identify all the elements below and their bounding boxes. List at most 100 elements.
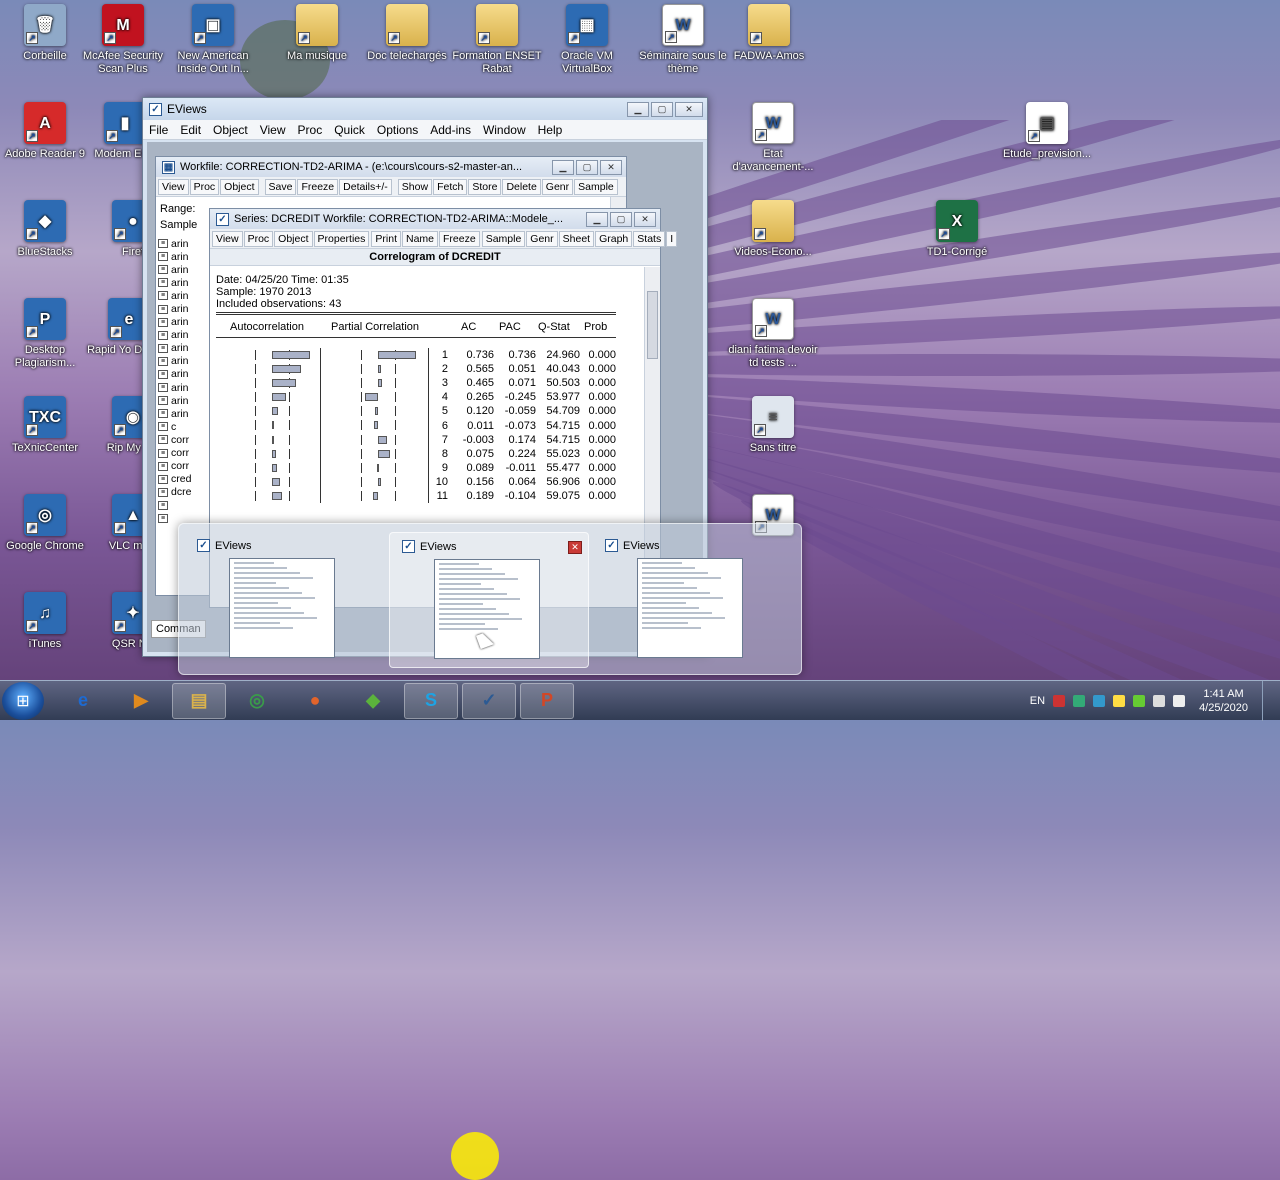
workfile-maximize-button[interactable]: ▢ [576,159,598,175]
workfile-object-item[interactable]: ≡ arin [158,407,202,420]
desktop-icon[interactable]: ↗ Formation ENSET Rabat [452,4,542,76]
desktop-icon[interactable]: 🗑 ↗ Corbeille [0,4,90,63]
series-btn-freeze[interactable]: Freeze [439,230,480,247]
show-desktop-button[interactable] [1262,680,1272,721]
menu-object[interactable]: Object [207,123,254,137]
workfile-btn-object[interactable]: Object [220,178,259,195]
desktop-icon[interactable]: TXC ↗ TeXnicCenter [0,396,90,455]
menu-options[interactable]: Options [371,123,424,137]
volume-icon[interactable] [1173,694,1186,707]
series-btn-properties[interactable]: Properties [313,230,370,247]
series-close-button[interactable]: ✕ [634,211,656,227]
taskbar-skype-icon[interactable]: S [404,682,458,719]
workfile-object-item[interactable]: ≡ arin [158,342,202,355]
desktop-icon[interactable]: ▦ ↗ Oracle VM VirtualBox [542,4,632,76]
maximize-button[interactable]: ▢ [651,101,673,117]
taskbar-ie-icon[interactable]: e [56,683,110,719]
desktop-icon[interactable]: ≡ ↗ Sans titre [728,396,818,455]
workfile-object-item[interactable]: ≡ arin [158,250,202,263]
series-btn-i[interactable]: I [666,230,678,247]
workfile-object-item[interactable]: ≡ dcre [158,486,202,499]
series-btn-stats[interactable]: Stats [633,230,666,247]
desktop-icon[interactable]: ▣ ↗ New American Inside Out In... [168,4,258,76]
desktop-icon[interactable]: A ↗ Adobe Reader 9 [0,102,90,161]
workfile-object-item[interactable]: ≡ cred [158,473,202,486]
desktop-icon[interactable]: ↗ FADWA-Amos [724,4,814,63]
workfile-object-item[interactable]: ≡ arin [158,368,202,381]
language-indicator[interactable]: EN [1030,695,1045,707]
workfile-object-item[interactable]: ≡ corr [158,447,202,460]
workfile-btn-view[interactable]: View [158,178,189,195]
menu-window[interactable]: Window [477,123,532,137]
taskbar-powerpoint-icon[interactable]: P [520,682,574,719]
workfile-btn-delete[interactable]: Delete [502,178,541,195]
taskbar-media-icon[interactable]: ▶ [114,683,168,719]
series-btn-graph[interactable]: Graph [595,230,633,247]
menu-quick[interactable]: Quick [328,123,371,137]
series-btn-print[interactable]: Print [371,230,401,247]
start-button[interactable]: ⊞ [2,681,44,720]
tray-icon-4[interactable] [1113,694,1126,707]
menu-help[interactable]: Help [532,123,569,137]
workfile-btn-sample[interactable]: Sample [574,178,618,195]
taskbar-thumbnail[interactable]: ✓ EViews [185,532,385,668]
desktop-icon[interactable]: M ↗ McAfee Security Scan Plus [78,4,168,76]
menu-proc[interactable]: Proc [292,123,329,137]
desktop-icon[interactable]: P ↗ Desktop Plagiarism... [0,298,90,370]
desktop-icon[interactable]: ↗ Videos-Econo... [728,200,818,259]
workfile-object-item[interactable]: ≡ arin [158,355,202,368]
workfile-object-item[interactable]: ≡ arin [158,263,202,276]
bluetooth-icon[interactable] [1093,694,1106,707]
workfile-titlebar[interactable]: ▦ Workfile: CORRECTION-TD2-ARIMA - (e:\c… [156,157,626,177]
workfile-object-item[interactable]: ≡ arin [158,302,202,315]
workfile-object-item[interactable]: ≡ arin [158,381,202,394]
desktop-icon[interactable]: ▤ ↗ Etude_prevision... [1002,102,1092,161]
taskbar-eviews-icon[interactable]: ✓ [462,682,516,719]
workfile-object-item[interactable]: ≡ arin [158,329,202,342]
series-btn-object[interactable]: Object [274,230,313,247]
workfile-object-item[interactable]: ≡ corr [158,433,202,446]
close-button[interactable]: ✕ [675,101,703,117]
minimize-button[interactable]: ▁ [627,101,649,117]
series-btn-view[interactable]: View [212,230,243,247]
menu-add-ins[interactable]: Add-ins [424,123,477,137]
desktop-icon[interactable]: ↗ Doc telechargés [362,4,452,63]
workfile-object-item[interactable]: ≡ corr [158,460,202,473]
menu-view[interactable]: View [254,123,292,137]
taskbar-thumbnail[interactable]: ✓ EViews ✕ [389,532,589,668]
desktop-icon[interactable]: W ↗ Séminaire sous le thème [638,4,728,76]
thumbnail-close-button[interactable]: ✕ [568,541,582,554]
desktop-icon[interactable]: ♫ ↗ iTunes [0,592,90,651]
series-minimize-button[interactable]: ▁ [586,211,608,227]
tray-icon-2[interactable] [1073,694,1086,707]
desktop-icon[interactable]: W ↗ diani fatima devoir td tests ... [728,298,818,370]
series-maximize-button[interactable]: ▢ [610,211,632,227]
menu-edit[interactable]: Edit [174,123,207,137]
workfile-btn-details[interactable]: Details+/- [339,178,392,195]
menu-file[interactable]: File [143,123,174,137]
series-btn-proc[interactable]: Proc [243,230,274,247]
series-btn-genr[interactable]: Genr [526,230,558,247]
taskbar-bluestacks-icon[interactable]: ◆ [346,683,400,719]
eviews-titlebar[interactable]: ✓ EViews ▁ ▢ ✕ [143,98,707,120]
desktop-icon[interactable]: X ↗ TD1-Corrigé [912,200,1002,259]
workfile-minimize-button[interactable]: ▁ [552,159,574,175]
workfile-btn-proc[interactable]: Proc [189,178,220,195]
desktop-icon[interactable]: ◎ ↗ Google Chrome [0,494,90,553]
workfile-btn-show[interactable]: Show [397,178,433,195]
series-titlebar[interactable]: ✓ Series: DCREDIT Workfile: CORRECTION-T… [210,209,660,229]
taskbar-explorer-icon[interactable]: ▤ [172,682,226,719]
workfile-object-item[interactable]: ≡ arin [158,276,202,289]
desktop-icon[interactable]: ↗ Ma musique [272,4,362,63]
workfile-object-item[interactable]: ≡ [158,499,202,512]
series-btn-sheet[interactable]: Sheet [558,230,595,247]
workfile-btn-store[interactable]: Store [468,178,502,195]
workfile-object-item[interactable]: ≡ arin [158,289,202,302]
taskbar-firefox-icon[interactable]: ● [288,683,342,719]
series-btn-name[interactable]: Name [401,230,438,247]
tray-flag-icon[interactable] [1133,694,1146,707]
workfile-btn-save[interactable]: Save [264,178,297,195]
clock[interactable]: 1:41 AM 4/25/2020 [1199,687,1248,715]
network-icon[interactable] [1153,694,1166,707]
taskbar-chrome-icon[interactable]: ◎ [230,683,284,719]
